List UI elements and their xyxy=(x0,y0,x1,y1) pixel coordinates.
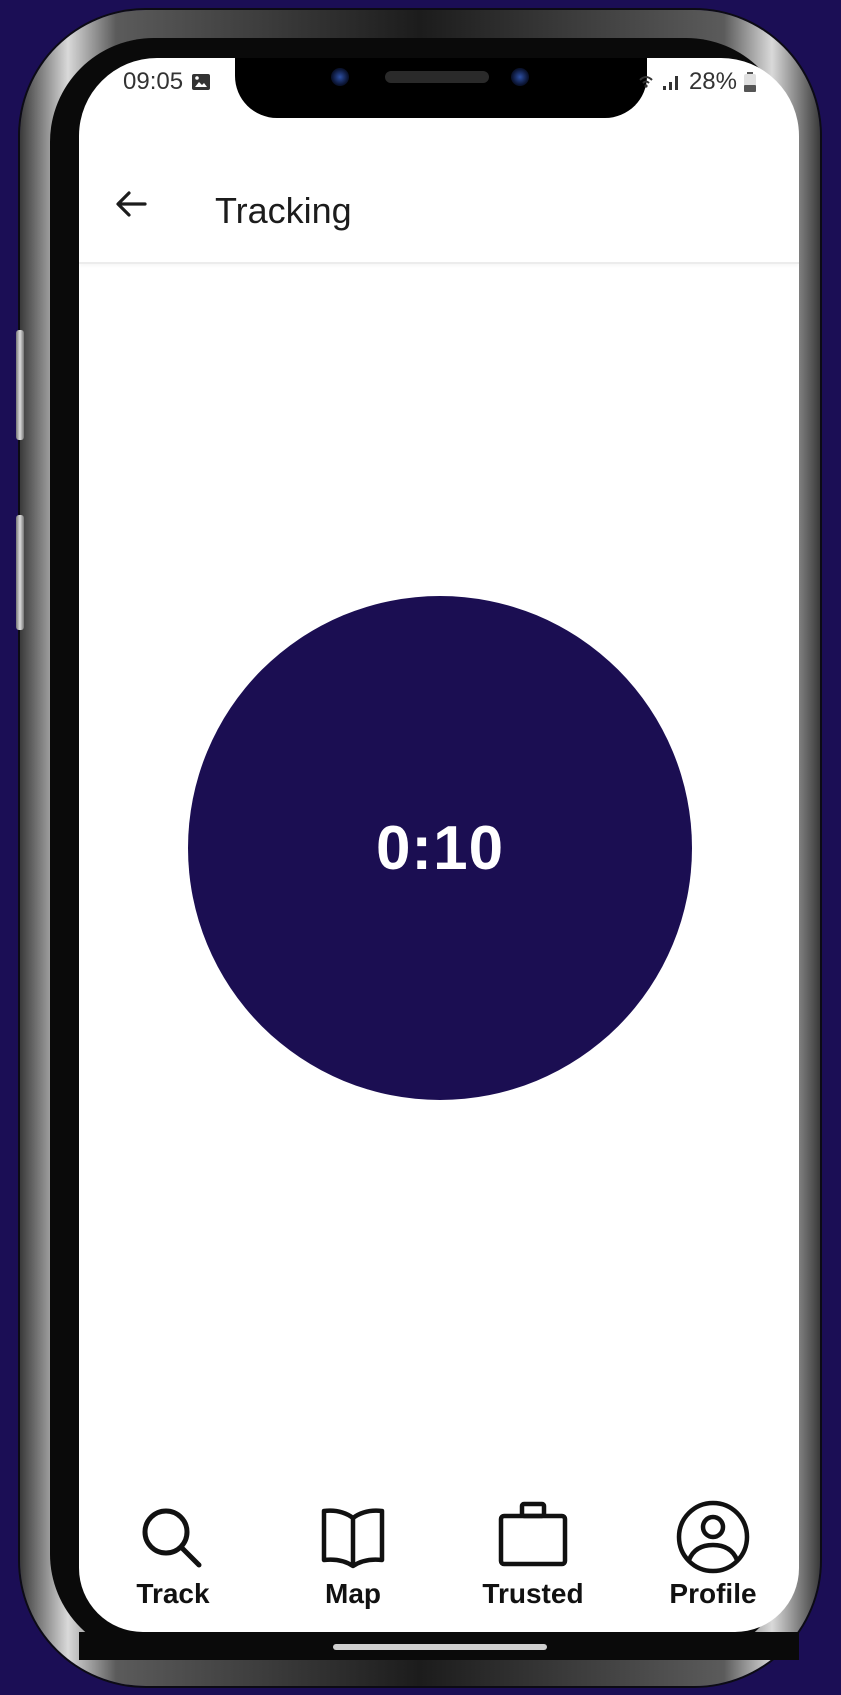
bottom-navigation: Track Map Trusted Profile xyxy=(79,1498,799,1632)
app-bar: Tracking xyxy=(79,146,799,264)
nav-label-profile: Profile xyxy=(669,1578,757,1609)
user-circle-icon xyxy=(676,1500,750,1574)
home-indicator[interactable] xyxy=(333,1644,547,1650)
back-button[interactable] xyxy=(113,186,149,222)
nav-item-trusted[interactable]: Trusted xyxy=(458,1498,608,1618)
wifi-icon xyxy=(639,76,653,88)
book-map-icon xyxy=(321,1508,385,1569)
battery-percent: 28% xyxy=(688,68,737,95)
phone-screen: 09:05 28% Tracking 0:10 Track Map Truste… xyxy=(79,58,799,1632)
front-camera-icon xyxy=(331,68,349,86)
nav-label-trusted: Trusted xyxy=(482,1578,584,1609)
sensor-icon xyxy=(511,68,529,86)
volume-up-button xyxy=(16,330,24,440)
gallery-icon xyxy=(192,74,211,90)
arrow-left-icon xyxy=(116,191,147,217)
page-title: Tracking xyxy=(215,190,352,231)
nav-item-profile[interactable]: Profile xyxy=(638,1498,788,1618)
search-icon xyxy=(142,1508,202,1568)
briefcase-icon xyxy=(498,1501,568,1567)
timer-value: 0:10 xyxy=(375,813,505,883)
earpiece-speaker xyxy=(385,71,489,83)
tracking-timer-button[interactable]: 0:10 xyxy=(188,596,692,1100)
status-bar-left: 09:05 xyxy=(123,68,211,96)
nav-item-map[interactable]: Map xyxy=(278,1498,428,1618)
signal-icon xyxy=(662,76,678,90)
nav-item-track[interactable]: Track xyxy=(98,1498,248,1618)
nav-label-track: Track xyxy=(136,1578,210,1609)
battery-icon xyxy=(744,72,756,92)
status-time: 09:05 xyxy=(123,68,184,95)
camera-notch xyxy=(235,58,647,118)
volume-down-button xyxy=(16,515,24,630)
status-bar-right: 28% xyxy=(637,68,757,96)
nav-label-map: Map xyxy=(325,1578,381,1609)
